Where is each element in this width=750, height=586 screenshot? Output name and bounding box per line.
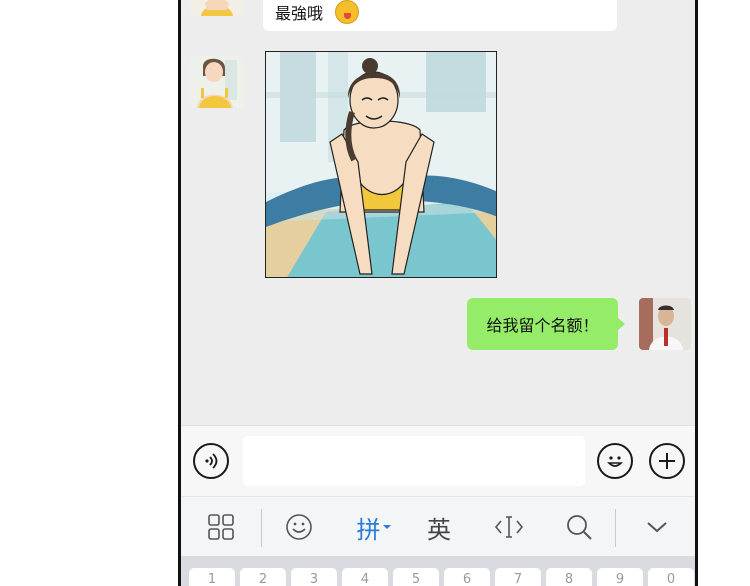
more-button[interactable] [649, 443, 685, 479]
key-6[interactable]: 6 [444, 568, 490, 586]
key-0[interactable]: 0 [648, 568, 694, 586]
my-avatar[interactable] [639, 298, 691, 350]
ime-separator [261, 509, 262, 547]
ime-pinyin-button[interactable]: 拼 [349, 509, 399, 545]
ime-separator [615, 509, 616, 547]
message-input-bar [181, 425, 695, 496]
ime-emoji-button[interactable] [281, 509, 317, 545]
phone-screen: 最強哦 给我留个名额！ 拼 英 1 2 3 4 5 6 7 8 9 0 [178, 0, 698, 586]
key-5[interactable]: 5 [393, 568, 439, 586]
voice-icon [205, 453, 218, 469]
key-2[interactable]: 2 [240, 568, 286, 586]
ime-english-label: 英 [427, 515, 451, 544]
ime-english-button[interactable]: 英 [421, 509, 457, 545]
ime-hide-keyboard-button[interactable] [639, 509, 675, 545]
emoji-icon [607, 456, 623, 467]
message-bubble-sent[interactable]: 给我留个名额！ [467, 298, 625, 350]
key-9[interactable]: 9 [597, 568, 643, 586]
key-1[interactable]: 1 [189, 568, 235, 586]
key-4[interactable]: 4 [342, 568, 388, 586]
tongue-face-emoji [335, 0, 360, 24]
plus-icon [659, 453, 675, 469]
ime-cursor-button[interactable] [491, 509, 527, 545]
key-3[interactable]: 3 [291, 568, 337, 586]
key-8[interactable]: 8 [546, 568, 592, 586]
ime-menu-button[interactable] [203, 509, 239, 545]
keyboard: 1234567890 [181, 556, 695, 586]
chevron-down-icon [647, 522, 667, 533]
cursor-icon [494, 516, 524, 538]
chevron-down-icon [382, 525, 391, 529]
chat-area[interactable]: 最強哦 给我留个名额！ [181, 0, 695, 425]
voice-button[interactable] [193, 443, 229, 479]
smiley-icon [286, 514, 312, 540]
emoji-button[interactable] [597, 443, 633, 479]
avatar[interactable] [191, 0, 243, 16]
ime-toolbar: 拼 英 [181, 496, 695, 556]
message-text: 给我留个名额！ [486, 316, 599, 335]
key-7[interactable]: 7 [495, 568, 541, 586]
message-input[interactable] [243, 436, 585, 486]
search-icon [567, 515, 592, 540]
image-message[interactable] [265, 51, 497, 278]
grid-icon [208, 514, 234, 540]
ime-search-button[interactable] [561, 509, 597, 545]
message-bubble-received[interactable]: 最強哦 [263, 0, 617, 31]
message-text: 最強哦 [275, 3, 324, 23]
ime-pinyin-label: 拼 [356, 515, 381, 544]
avatar[interactable] [191, 56, 243, 108]
